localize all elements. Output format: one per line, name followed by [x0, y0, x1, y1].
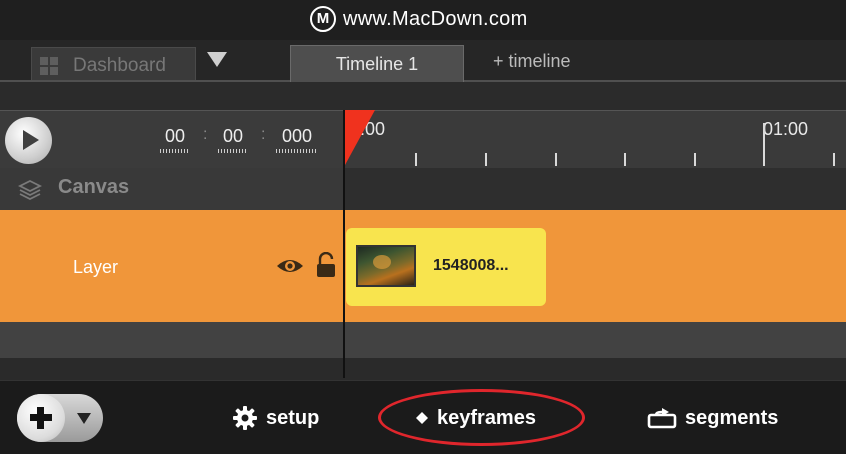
timecode-separator: :	[261, 126, 266, 143]
canvas-label: Canvas	[58, 176, 130, 198]
keyframes-highlight-annotation	[378, 389, 585, 446]
play-icon	[23, 130, 39, 150]
tab-timeline-1[interactable]: Timeline 1	[290, 45, 464, 84]
add-timeline-button[interactable]: + timeline	[493, 51, 571, 72]
layer-label: Layer	[73, 257, 119, 277]
segments-label: segments	[685, 406, 779, 429]
tab-dropdown-icon[interactable]	[207, 52, 227, 67]
watermark-bar: M www.MacDown.com	[0, 0, 846, 40]
timecode-seconds[interactable]: 00	[218, 126, 248, 153]
tab-bar: Dashboard Timeline 1 + timeline	[0, 40, 846, 84]
ruler-tick	[555, 153, 557, 166]
bottom-toolbar: setup keyframes segments	[0, 380, 846, 454]
spacer-band	[0, 82, 846, 110]
segments-button[interactable]: segments	[647, 400, 778, 436]
grid-icon	[40, 57, 58, 75]
ruler-tick	[415, 153, 417, 166]
timecode-minutes[interactable]: 00	[160, 126, 190, 153]
segments-icon	[647, 408, 677, 429]
empty-track	[0, 322, 846, 358]
clip-label: 1548008...	[433, 257, 509, 274]
canvas-track-header[interactable]: Canvas	[0, 168, 343, 210]
caret-down-icon	[77, 413, 91, 424]
timeline-header: 00 : 00 : 000 :00 01:00	[0, 110, 846, 168]
playhead-handle[interactable]	[345, 110, 375, 165]
ruler-major-tick	[763, 123, 765, 166]
tab-dashboard-label: Dashboard	[73, 55, 166, 76]
macdown-logo-icon: M	[310, 6, 336, 32]
plus-icon	[17, 394, 65, 442]
layers-icon	[18, 179, 42, 201]
ruler-tick	[624, 153, 626, 166]
layer-track[interactable]: Layer 1548008...	[0, 210, 846, 322]
media-clip[interactable]: 1548008...	[346, 228, 546, 306]
eye-icon[interactable]	[276, 256, 304, 276]
unlock-icon[interactable]	[316, 252, 336, 278]
setup-label: setup	[266, 406, 320, 429]
ruler-mark-label: 01:00	[763, 119, 809, 139]
timecode-millis[interactable]: 000	[276, 126, 318, 153]
tab-dashboard[interactable]: Dashboard	[31, 47, 196, 80]
ruler-tick	[694, 153, 696, 166]
add-button[interactable]	[17, 394, 103, 442]
play-button[interactable]	[5, 117, 52, 164]
canvas-track: Canvas	[0, 168, 846, 210]
clip-thumbnail	[356, 245, 416, 287]
empty-track-footer	[0, 358, 846, 380]
transport-panel: 00 : 00 : 000	[0, 111, 343, 168]
ruler-tick	[833, 153, 835, 166]
ruler-tick	[485, 153, 487, 166]
timecode-separator: :	[203, 126, 208, 143]
setup-button[interactable]: setup	[232, 400, 319, 436]
time-ruler[interactable]: :00 01:00	[343, 111, 846, 168]
watermark-text: www.MacDown.com	[343, 8, 528, 30]
gear-icon	[233, 406, 257, 430]
